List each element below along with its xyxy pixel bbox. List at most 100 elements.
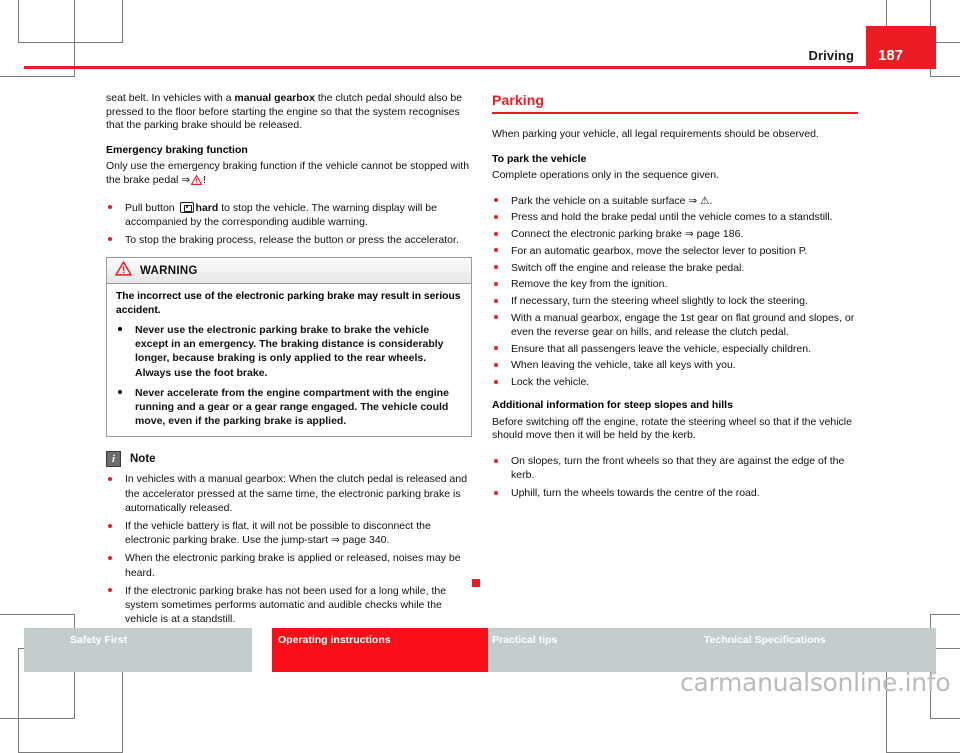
bullet-text: To stop the braking process, release the… bbox=[125, 233, 459, 246]
header-rule bbox=[24, 66, 936, 69]
emergency-intro-pre: Only use the emergency braking function … bbox=[106, 160, 470, 186]
emergency-braking-intro: Only use the emergency braking function … bbox=[106, 160, 472, 189]
warning-triangle-icon bbox=[115, 260, 132, 281]
footer-tab-bar: Safety First Operating instructions Prac… bbox=[0, 628, 960, 672]
list-item: Lock the vehicle. bbox=[492, 375, 858, 389]
bullet-dot-icon bbox=[118, 327, 122, 332]
bullet-dot-icon bbox=[108, 523, 112, 528]
list-item: If the electronic parking brake has not … bbox=[106, 584, 472, 627]
bullet-text: Lock the vehicle. bbox=[511, 376, 590, 389]
bullet-dot-icon bbox=[108, 205, 112, 210]
warning-bullet-list: Never use the electronic parking brake t… bbox=[116, 323, 462, 428]
bullet-text: If the vehicle battery is flat, it will … bbox=[125, 520, 431, 547]
bullet-dot-icon bbox=[494, 231, 498, 236]
parking-intro-text: When parking your vehicle, all legal req… bbox=[492, 128, 819, 140]
list-item: Park the vehicle on a suitable surface ⇒… bbox=[492, 194, 858, 208]
page-number-badge: 187 bbox=[866, 26, 936, 69]
bullet-text: Never accelerate from the engine compart… bbox=[135, 386, 449, 428]
bullet-dot-icon bbox=[494, 214, 498, 219]
list-item: Never use the electronic parking brake t… bbox=[116, 323, 462, 380]
tab-active-accent-bar bbox=[484, 628, 488, 672]
note-callout: i Note In vehicles with a manual gearbox… bbox=[106, 451, 472, 626]
page-header: Driving 187 bbox=[0, 0, 960, 82]
chapter-title: Driving bbox=[808, 48, 854, 63]
continued-paragraph-bold: manual gearbox bbox=[234, 92, 315, 104]
warning-title: WARNING bbox=[140, 264, 198, 277]
parking-brake-switch-icon bbox=[179, 201, 194, 213]
tab-technical-specifications[interactable]: Technical Specifications bbox=[696, 628, 936, 672]
list-item: In vehicles with a manual gearbox: When … bbox=[106, 472, 472, 515]
bullet-dot-icon bbox=[494, 362, 498, 367]
continued-paragraph-pre: seat belt. In vehicles with a bbox=[106, 92, 235, 104]
note-callout-header: i Note bbox=[106, 451, 472, 468]
park-steps-list: Park the vehicle on a suitable surface ⇒… bbox=[492, 194, 858, 389]
bullet-text: Press and hold the brake pedal until the… bbox=[511, 211, 833, 224]
bullet-dot-icon bbox=[494, 490, 498, 495]
warning-intro-text: The incorrect use of the electronic park… bbox=[116, 291, 461, 316]
tab-label: Practical tips bbox=[492, 634, 558, 646]
bullet-text: Remove the key from the ignition. bbox=[511, 278, 668, 291]
list-item: To stop the braking process, release the… bbox=[106, 233, 472, 247]
page-number: 187 bbox=[878, 47, 904, 64]
warning-callout-body: The incorrect use of the electronic park… bbox=[107, 284, 471, 436]
bullet-text: When leaving the vehicle, take all keys … bbox=[511, 359, 736, 372]
bullet-text: With a manual gearbox, engage the 1st ge… bbox=[511, 311, 855, 338]
bullet-dot-icon bbox=[108, 476, 112, 481]
slopes-bullet-list: On slopes, turn the front wheels so that… bbox=[492, 454, 858, 501]
bullet-dot-icon bbox=[494, 281, 498, 286]
bullet-dot-icon bbox=[494, 379, 498, 384]
emergency-bullet-list: Pull button hard to stop the vehicle. Th… bbox=[106, 201, 472, 248]
bullet-text: If the electronic parking brake has not … bbox=[125, 584, 447, 626]
list-item: Pull button hard to stop the vehicle. Th… bbox=[106, 201, 472, 229]
bullet-dot-icon bbox=[494, 458, 498, 463]
park-sequence-intro: Complete operations only in the sequence… bbox=[492, 169, 720, 182]
page-content: seat belt. In vehicles with a manual gea… bbox=[0, 92, 960, 625]
bullet-text-bold: hard bbox=[195, 201, 219, 214]
bullet-text: Park the vehicle on a suitable surface ⇒… bbox=[511, 194, 713, 207]
note-title: Note bbox=[130, 453, 156, 466]
continued-paragraph: seat belt. In vehicles with a manual gea… bbox=[106, 92, 472, 133]
bullet-text: When the electronic parking brake is app… bbox=[125, 552, 461, 579]
bullet-dot-icon bbox=[494, 315, 498, 320]
tab-practical-tips[interactable]: Practical tips bbox=[484, 628, 696, 672]
tab-label: Operating instructions bbox=[278, 634, 391, 646]
list-item: Never accelerate from the engine compart… bbox=[116, 386, 462, 429]
to-park-vehicle-heading: To park the vehicle bbox=[492, 152, 587, 165]
list-item: If necessary, turn the steering wheel sl… bbox=[492, 294, 858, 308]
section-heading-parking: Parking bbox=[492, 92, 858, 114]
steep-slopes-intro: Before switching off the engine, rotate … bbox=[492, 415, 852, 442]
cross-reference-arrow[interactable]: ⇒ bbox=[181, 174, 190, 186]
emergency-braking-heading: Emergency braking function bbox=[106, 143, 248, 156]
bullet-dot-icon bbox=[494, 265, 498, 270]
list-item: Ensure that all passengers leave the veh… bbox=[492, 342, 858, 356]
bullet-text: Connect the electronic parking brake ⇒ p… bbox=[511, 228, 744, 241]
bullet-dot-icon bbox=[118, 390, 122, 395]
bullet-dot-icon bbox=[494, 198, 498, 203]
note-bullet-list: In vehicles with a manual gearbox: When … bbox=[106, 472, 472, 626]
list-item: With a manual gearbox, engage the 1st ge… bbox=[492, 311, 858, 339]
steep-slopes-heading: Additional information for steep slopes … bbox=[492, 399, 733, 412]
info-icon: i bbox=[106, 451, 121, 468]
list-item: Press and hold the brake pedal until the… bbox=[492, 210, 858, 224]
warning-callout-box: WARNING The incorrect use of the electro… bbox=[106, 257, 472, 438]
tab-operating-instructions[interactable]: Operating instructions bbox=[272, 628, 484, 672]
warning-callout-header: WARNING bbox=[107, 258, 471, 285]
bullet-dot-icon bbox=[108, 237, 112, 242]
bullet-text: Uphill, turn the wheels towards the cent… bbox=[511, 487, 760, 500]
bullet-text-pre: Pull button bbox=[125, 201, 178, 214]
list-item: Connect the electronic parking brake ⇒ p… bbox=[492, 227, 858, 241]
bullet-text: On slopes, turn the front wheels so that… bbox=[511, 455, 845, 482]
bullet-dot-icon bbox=[494, 248, 498, 253]
bullet-text: Switch off the engine and release the br… bbox=[511, 261, 745, 274]
bullet-dot-icon bbox=[108, 588, 112, 593]
list-item: On slopes, turn the front wheels so that… bbox=[492, 454, 858, 482]
section-end-square-icon bbox=[472, 579, 480, 587]
left-column: seat belt. In vehicles with a manual gea… bbox=[106, 92, 472, 636]
bullet-text: For an automatic gearbox, move the selec… bbox=[511, 244, 808, 257]
bullet-dot-icon bbox=[494, 346, 498, 351]
tab-safety-first[interactable]: Safety First bbox=[24, 628, 252, 672]
list-item: When leaving the vehicle, take all keys … bbox=[492, 358, 858, 372]
bullet-text: Ensure that all passengers leave the veh… bbox=[511, 342, 812, 355]
bullet-dot-icon bbox=[494, 298, 498, 303]
bullet-text: In vehicles with a manual gearbox: When … bbox=[125, 473, 468, 514]
